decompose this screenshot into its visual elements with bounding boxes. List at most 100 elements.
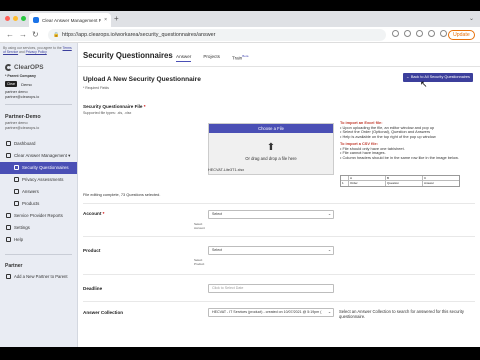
file-label-text: Security Questionnaire File [83,104,143,109]
instruction-line: • Help is available on the top right of … [340,134,436,140]
maximize-window-icon[interactable] [21,16,26,21]
tab-projects[interactable]: Projects [203,54,220,62]
privacy-link[interactable]: Privacy Policy [26,50,47,54]
account-name: Partner-Demo [5,113,41,120]
upload-arrow-icon: ⬆ [266,142,276,153]
table-cell: Question [386,181,423,186]
browser-tab[interactable]: Clear Answer Management Po × [29,13,111,27]
url-text: https://app.clearops.io/workarea/securit… [62,32,216,38]
sidebar-item-label: Products [22,201,40,207]
add-partner-link[interactable]: Add a New Partner to Parent [0,273,77,279]
document-icon [14,177,19,183]
video-frame: Clear Answer Management Po × + ⌄ ← → ↻ 🔒… [0,0,480,360]
chevron-down-icon: ⌄ [327,212,331,216]
add-partner-label: Add a New Partner to Parent [14,273,68,279]
profile-icon[interactable] [440,30,447,37]
extension-icons [392,30,447,37]
sidebar-item-products[interactable]: Products [0,198,77,210]
document-icon [14,165,19,171]
tab-train-label: Train [231,55,243,61]
extensions-icon[interactable] [416,30,423,37]
form-divider [83,274,475,275]
table-row: 1 Order Question Answer [341,181,459,186]
table-cell: B [386,176,423,180]
deadline-date-input[interactable]: Click to Select Date [208,284,334,293]
choose-file-button[interactable]: Choose a File [209,124,333,133]
parent-company-label: * Parent Company [5,74,36,79]
section-title: Upload A New Security Questionnaire [83,76,201,83]
clearops-logo[interactable]: ClearOPS [5,64,77,72]
terms-and-text: and [19,50,25,55]
reload-icon[interactable]: ↻ [32,30,39,40]
share-icon[interactable] [392,30,399,37]
address-bar[interactable]: 🔒 https://app.clearops.io/workarea/secur… [48,29,386,41]
terms-notice: By using our services, you agree to the … [0,43,77,54]
bookmark-icon[interactable] [404,30,411,37]
account-email: partner@clearops.io [5,125,40,130]
required-fields-note: * Required Fields [83,86,110,90]
company-logo: Clear [5,81,18,88]
parent-company-selector[interactable]: Clear Demo [5,81,77,88]
sidebar-item-service-provider-reports[interactable]: Service Provider Reports [0,210,77,222]
back-to-questionnaires-button[interactable]: ← Back to All Security Questionnaires [403,73,473,82]
page-header: Security Questionnaires Answer Projects … [78,43,480,67]
form-divider [83,301,475,302]
sidebar-item-settings[interactable]: Settings [0,222,77,234]
sidebar-nav: Dashboard Clear Answer Management ▾ Secu… [0,138,77,246]
update-button[interactable]: Update [448,30,475,40]
new-tab-icon[interactable]: + [114,14,119,24]
deadline-label: Deadline [83,286,103,291]
document-icon [14,189,19,195]
table-cell: Order [349,181,386,186]
account-hint-2: Account [194,226,205,230]
required-star: * [102,211,105,216]
sidebar-item-answers[interactable]: Answers [0,186,77,198]
forward-icon[interactable]: → [19,30,27,40]
clearops-logo-icon [5,64,12,72]
account-select[interactable]: Select ⌄ [208,210,334,219]
browser-window: Clear Answer Management Po × + ⌄ ← → ↻ 🔒… [0,11,480,347]
tab-list-icon[interactable]: ⌄ [469,15,474,22]
sidebar-item-label: Clear Answer Management ▾ [14,152,71,158]
close-tab-icon[interactable]: × [104,17,107,23]
tab-train[interactable]: TrainBeta [232,54,248,62]
partner-section-title: Partner [5,262,23,269]
sidebar-item-help[interactable]: Help [0,234,77,246]
answer-collection-label: Answer Collection [83,310,124,315]
instruction-line: • Column headers should be in the same r… [340,154,459,160]
csv-example-table: A B C 1 Order Question Answer [340,175,460,187]
account-select-value: Select [212,212,222,216]
table-cell: Answer [424,181,435,185]
close-window-icon[interactable] [5,16,10,21]
main-content: Security Questionnaires Answer Projects … [78,43,480,347]
minimize-window-icon[interactable] [13,16,18,21]
table-cell: A [349,176,386,180]
user-email: partner@clearops.io [5,95,40,99]
sidebar-item-dashboard[interactable]: Dashboard [0,138,77,150]
table-cell: 1 [341,181,349,186]
product-select[interactable]: Select ⌄ [208,246,334,255]
sidebar-item-label: Settings [14,225,30,231]
answer-collection-select[interactable]: HECVAT - IT Services (product) - created… [208,308,334,317]
sidebar-item-label: Answers [22,189,39,195]
upload-status: File editing complete, 73 Questions sele… [83,192,161,197]
file-types-note: Supported file types: .xls, .xlsx [83,111,132,115]
dashboard-icon [6,141,11,147]
tab-answer[interactable]: Answer [176,54,192,62]
sidebar-item-security-questionnaires[interactable]: Security Questionnaires [0,161,77,174]
page-title: Security Questionnaires [83,51,173,60]
report-icon [6,213,11,219]
table-cell: C [424,176,427,180]
document-icon [14,201,19,207]
file-label: Security Questionnaire File * [83,104,146,109]
product-hint-2: Product [194,262,205,266]
sidebar-item-privacy-assessments[interactable]: Privacy Assessments [0,174,77,186]
sidebar-icon[interactable] [428,30,435,37]
page-tabs: Answer Projects TrainBeta [176,54,248,62]
company-name: Demo [21,81,32,87]
product-select-value: Select [212,248,222,252]
sidebar-item-clear-answer-management[interactable]: Clear Answer Management ▾ [0,150,77,162]
back-icon[interactable]: ← [6,30,14,40]
chevron-down-icon: ⌄ [327,248,331,252]
browser-toolbar: ← → ↻ 🔒 https://app.clearops.io/workarea… [0,27,480,43]
